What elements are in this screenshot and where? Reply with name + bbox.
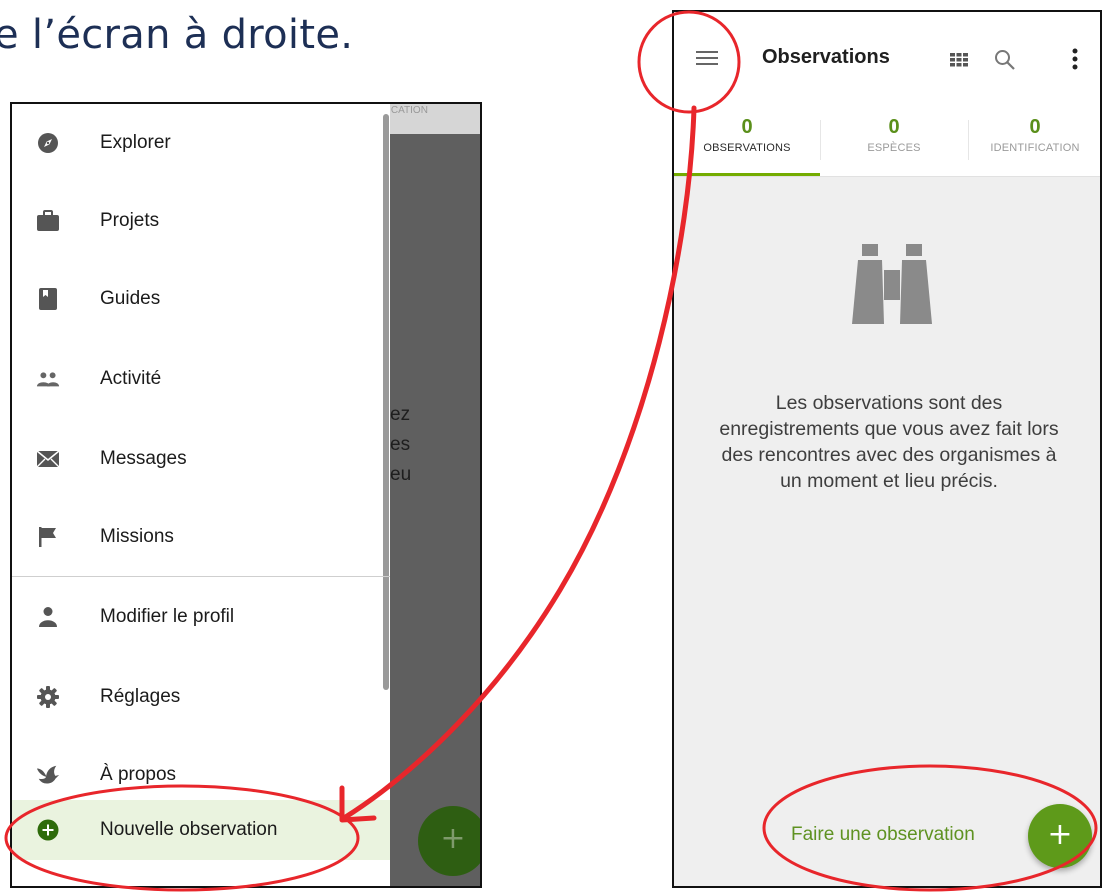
empty-state-message: Les observations sont des enregistrement… <box>719 392 1059 492</box>
make-observation-link[interactable]: Faire une observation <box>791 824 975 846</box>
gear-icon <box>36 685 60 709</box>
tab-identification[interactable]: 0 IDENTIFICATION <box>968 106 1100 176</box>
instruction-heading: e l’écran à droite. <box>0 12 354 58</box>
briefcase-icon <box>36 209 60 233</box>
menu-item-nouvelle-observation[interactable]: Nouvelle observation <box>12 800 390 860</box>
tab-indicator <box>674 173 820 176</box>
menu-icon[interactable] <box>696 50 718 70</box>
more-vert-icon[interactable] <box>1072 48 1078 74</box>
dimmed-background[interactable]: FICATION ez es eu + <box>390 104 480 886</box>
menu-item-a-propos[interactable]: À propos <box>12 746 390 804</box>
search-icon[interactable] <box>994 49 1016 75</box>
menu-label: Missions <box>100 526 174 547</box>
compass-icon <box>36 131 60 155</box>
menu-item-explorer[interactable]: Explorer <box>12 114 390 172</box>
right-phone-screen: Observations 0 OBSERVATIONS 0 ESPÈCES 0 … <box>672 10 1102 888</box>
add-circle-icon <box>36 818 60 842</box>
envelope-icon <box>36 447 60 471</box>
tab-label: ESPÈCES <box>867 142 921 154</box>
menu-label: À propos <box>100 764 177 785</box>
menu-item-reglages[interactable]: Réglages <box>12 668 390 726</box>
tab-observations[interactable]: 0 OBSERVATIONS <box>674 106 820 176</box>
menu-label: Guides <box>100 288 161 309</box>
book-icon <box>36 287 60 311</box>
background-fab: + <box>418 806 480 876</box>
tab-count: 0 <box>888 116 900 138</box>
add-observation-button[interactable]: + <box>1028 804 1092 868</box>
menu-item-missions[interactable]: Missions <box>12 508 390 566</box>
menu-item-messages[interactable]: Messages <box>12 430 390 488</box>
app-bar: Observations <box>674 12 1100 106</box>
drawer-divider <box>12 576 390 577</box>
person-icon <box>36 605 60 629</box>
menu-label: Nouvelle observation <box>100 819 278 840</box>
menu-label: Modifier le profil <box>100 606 235 627</box>
tab-count: 0 <box>1029 116 1041 138</box>
tab-especes[interactable]: 0 ESPÈCES <box>820 106 968 176</box>
menu-label: Activité <box>100 368 162 389</box>
tab-bar: 0 OBSERVATIONS 0 ESPÈCES 0 IDENTIFICATIO… <box>674 106 1100 177</box>
tab-label: IDENTIFICATION <box>990 142 1080 154</box>
menu-item-projets[interactable]: Projets <box>12 192 390 250</box>
left-phone-screen: FICATION ez es eu + Explorer Projets Gui… <box>10 102 482 888</box>
bird-icon <box>36 763 60 787</box>
navigation-drawer: Explorer Projets Guides Activité Message <box>12 104 390 886</box>
menu-item-activite[interactable]: Activité <box>12 350 390 408</box>
binoculars-icon <box>850 244 934 328</box>
menu-label: Messages <box>100 448 187 469</box>
menu-item-guides[interactable]: Guides <box>12 270 390 328</box>
grid-icon[interactable] <box>950 52 968 71</box>
menu-item-modifier-profil[interactable]: Modifier le profil <box>12 588 390 646</box>
menu-label: Explorer <box>100 132 171 153</box>
flag-icon <box>36 525 60 549</box>
page-title: Observations <box>762 46 890 68</box>
tab-count: 0 <box>741 116 753 138</box>
background-tab-label: FICATION <box>390 104 480 134</box>
background-text: ez es eu <box>390 404 412 485</box>
menu-label: Réglages <box>100 686 181 707</box>
menu-label: Projets <box>100 210 160 231</box>
tab-label: OBSERVATIONS <box>703 142 791 154</box>
people-icon <box>36 367 60 391</box>
